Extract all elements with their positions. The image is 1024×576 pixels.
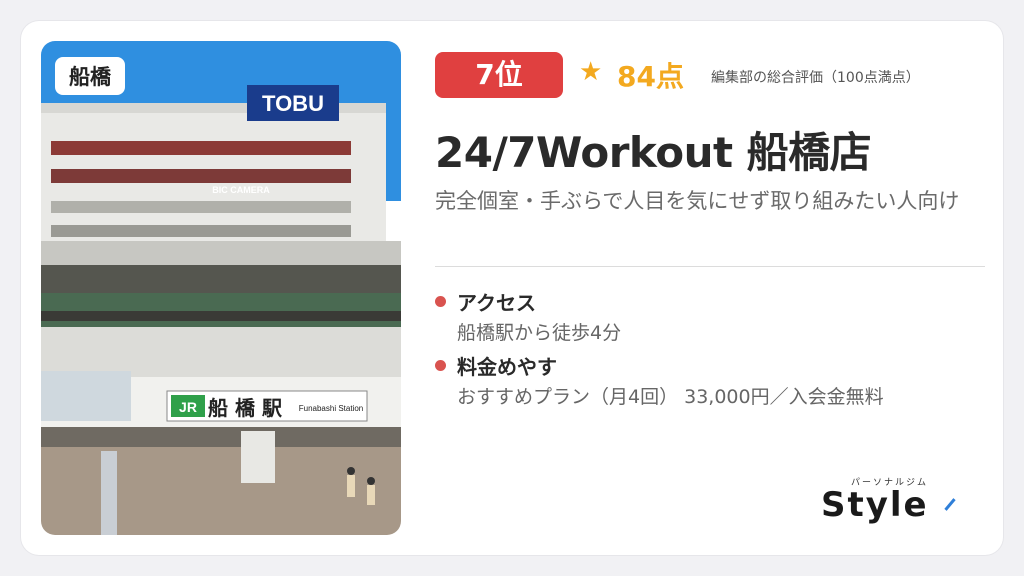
price-value: おすすめプラン（月4回） 33,000円／入会金無料	[457, 386, 884, 408]
logo-text: Style	[821, 485, 929, 525]
station-photo: TOBU BIC CAMERA JR 船 橋 駅 Funabashi Stati…	[41, 41, 401, 535]
gym-title: 24/7Workout 船橋店	[435, 128, 872, 177]
rating-score: 84点	[617, 60, 684, 93]
bic-camera-sign: BIC CAMERA	[212, 185, 270, 195]
station-sign-jp: 船 橋 駅	[208, 396, 282, 420]
jr-logo: JR	[179, 399, 197, 415]
logo-slash-icon	[944, 498, 956, 511]
tobu-sign: TOBU	[262, 91, 324, 116]
ranking-card: TOBU BIC CAMERA JR 船 橋 駅 Funabashi Stati…	[21, 21, 1003, 555]
rank-badge: 7位	[435, 52, 563, 98]
star-icon: ★	[579, 57, 603, 87]
gym-subtitle: 完全個室・手ぶらで人目を気にせず取り組みたい人向け	[435, 189, 960, 213]
funabashi-station-image: TOBU BIC CAMERA JR 船 橋 駅 Funabashi Stati…	[41, 41, 401, 535]
access-label: アクセス	[457, 291, 536, 315]
rating-note: 編集部の総合評価（100点満点）	[711, 70, 920, 86]
bullet-dot-icon	[435, 296, 446, 307]
station-sign-en: Funabashi Station	[299, 404, 364, 413]
access-value: 船橋駅から徒歩4分	[457, 322, 622, 344]
price-label: 料金めやす	[457, 355, 557, 379]
bullet-dot-icon	[435, 360, 446, 371]
style-logo: パーソナルジム Style	[821, 473, 981, 533]
location-badge: 船橋	[55, 57, 125, 95]
divider	[435, 266, 985, 267]
